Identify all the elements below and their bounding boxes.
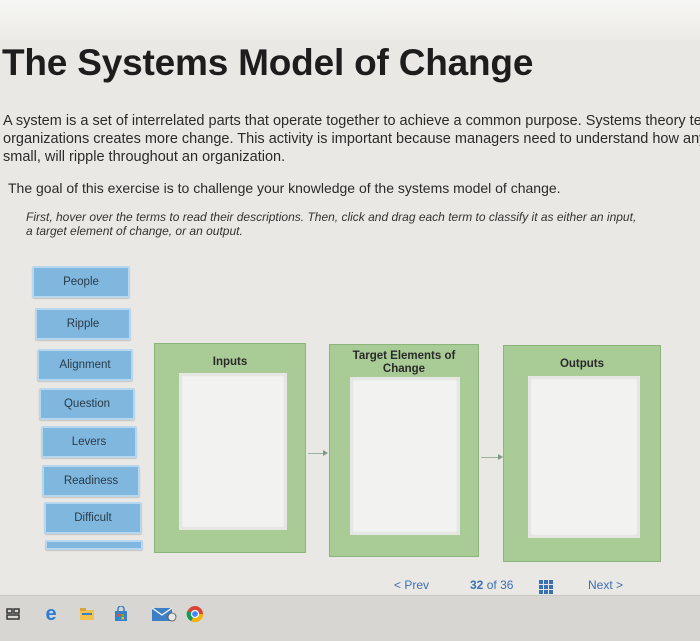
mail-icon[interactable] — [150, 605, 178, 623]
target-elements-label: Target Elements of Change — [330, 350, 478, 376]
task-view-icon[interactable] — [4, 605, 22, 623]
grid-icon[interactable] — [539, 580, 553, 594]
term-difficult[interactable]: Difficult — [44, 502, 142, 534]
term-ripple[interactable]: Ripple — [35, 308, 131, 340]
inputs-drop-zone[interactable] — [179, 373, 287, 530]
arrow-inputs-to-target — [308, 450, 328, 456]
instructions: First, hover over the terms to read thei… — [26, 210, 686, 238]
intro-line: small, will ripple throughout an organiz… — [3, 149, 286, 165]
outputs-label: Outputs — [559, 358, 605, 370]
taskbar: e — [0, 595, 700, 641]
term-levers[interactable]: Levers — [41, 426, 137, 458]
outputs-drop-zone[interactable] — [528, 376, 640, 538]
instruction-line: a target element of change, or an output… — [26, 224, 243, 238]
term-alignment[interactable]: Alignment — [37, 349, 133, 381]
edge-browser-icon[interactable]: e — [42, 603, 60, 625]
intro-line: A system is a set of interrelated parts … — [3, 113, 700, 129]
target-label-line: Change — [382, 363, 426, 375]
goal-text: The goal of this exercise is to challeng… — [8, 180, 561, 196]
outputs-panel: Outputs — [503, 345, 661, 562]
term-question[interactable]: Question — [39, 388, 135, 420]
prev-link[interactable]: < Prev — [394, 578, 429, 592]
current-page: 32 — [470, 578, 484, 592]
term-people[interactable]: People — [32, 266, 130, 298]
instruction-line: First, hover over the terms to read thei… — [26, 210, 637, 224]
inputs-label: Inputs — [212, 356, 248, 368]
page-title: The Systems Model of Change — [2, 42, 534, 83]
term-partial[interactable] — [45, 540, 143, 550]
top-bar — [0, 0, 700, 40]
target-elements-drop-zone[interactable] — [350, 377, 460, 535]
store-icon[interactable] — [112, 605, 130, 623]
chrome-icon[interactable] — [186, 605, 204, 623]
target-elements-panel: Target Elements of Change — [329, 344, 479, 557]
intro-paragraph: A system is a set of interrelated parts … — [3, 112, 700, 166]
page-counter: 32 of 36 — [470, 578, 513, 592]
term-readiness[interactable]: Readiness — [42, 465, 140, 497]
target-label-line: Target Elements of — [352, 350, 456, 362]
next-link[interactable]: Next > — [588, 578, 623, 592]
term-list: People Ripple Alignment Question Levers … — [30, 262, 150, 552]
page-of: of — [486, 578, 497, 592]
intro-line: organizations creates more change. This … — [3, 131, 700, 147]
inputs-panel: Inputs — [154, 343, 306, 553]
file-explorer-icon[interactable] — [78, 605, 96, 623]
total-pages: 36 — [500, 578, 514, 592]
arrow-target-to-outputs — [481, 454, 503, 460]
